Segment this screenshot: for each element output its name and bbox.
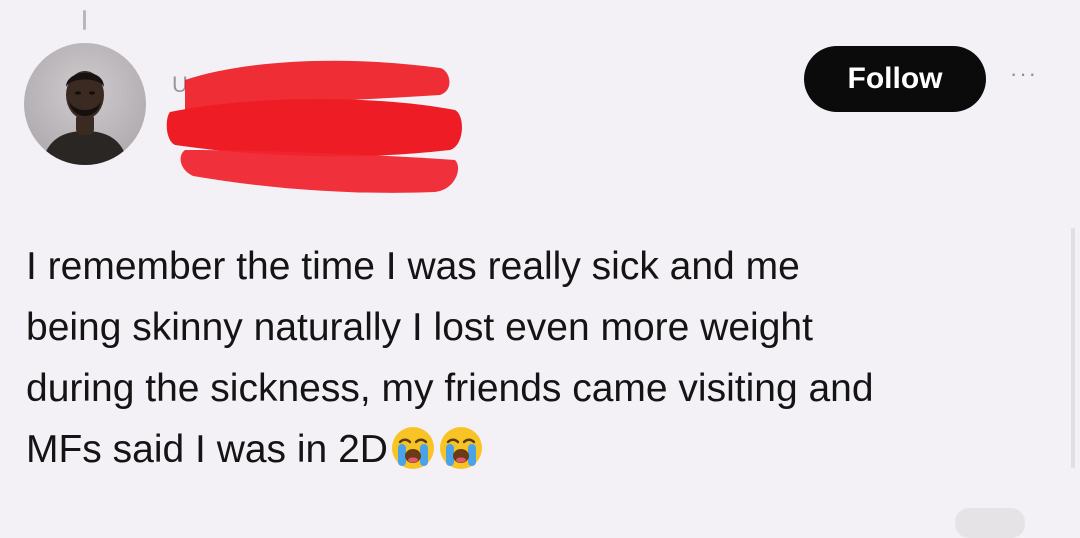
thread-connector-line [83, 10, 86, 30]
scrollbar-track[interactable] [1071, 228, 1075, 468]
red-redaction-scribble [166, 60, 462, 193]
more-horizontal-icon[interactable]: ··· [1010, 63, 1054, 85]
follow-button[interactable]: Follow [804, 46, 986, 112]
post-text-line: MFs said I was in 2D [26, 428, 388, 471]
partial-action-button[interactable] [955, 508, 1025, 538]
author-avatar[interactable] [24, 43, 146, 165]
post-text-line: during the sickness, my friends came vis… [26, 367, 874, 410]
person-photo-icon [42, 71, 128, 165]
loudly-crying-face-icon [391, 427, 434, 469]
loudly-crying-face-icon [439, 427, 482, 469]
post-text-line: I remember the time I was really sick an… [26, 245, 800, 288]
post-text-last-line: MFs said I was in 2D [26, 419, 1056, 480]
post-text-line: being skinny naturally I lost even more … [26, 306, 813, 349]
follow-button-label: Follow [847, 62, 943, 95]
post-body: I remember the time I was really sick an… [26, 236, 1056, 480]
